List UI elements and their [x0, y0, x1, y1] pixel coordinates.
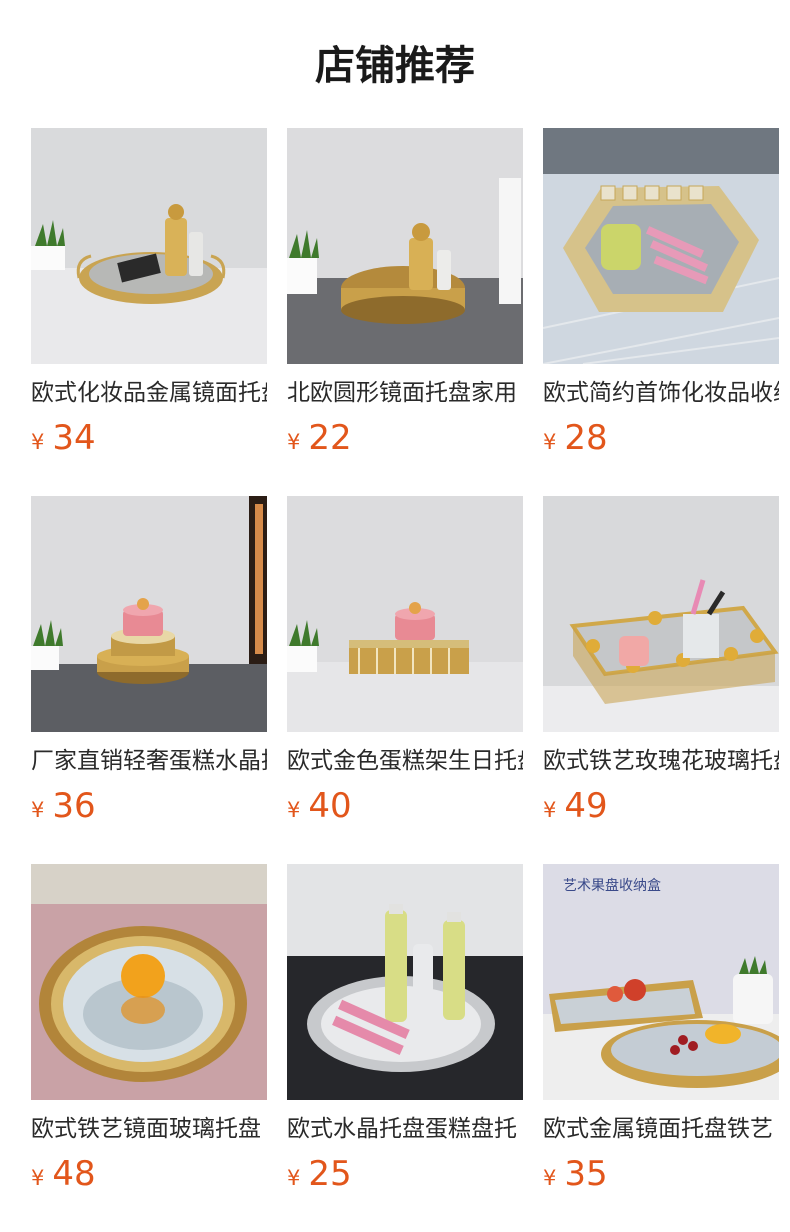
product-name[interactable]: 欧式金属镜面托盘铁艺 — [543, 1112, 779, 1146]
price-amount: 36 — [52, 786, 96, 826]
product-card[interactable]: 欧式铁艺玫瑰花玻璃托盘 ¥ 49 — [543, 496, 779, 826]
page-title: 店铺推荐 — [315, 43, 475, 89]
product-image[interactable] — [543, 128, 779, 364]
product-image[interactable] — [31, 864, 267, 1100]
product-price: ¥ 49 — [543, 784, 608, 828]
product-price: ¥ 48 — [31, 1152, 96, 1196]
product-card[interactable]: 欧式水晶托盘蛋糕盘托 ¥ 25 — [287, 864, 523, 1194]
product-price: ¥ 34 — [31, 416, 96, 460]
price-amount: 25 — [308, 1154, 352, 1194]
product-name[interactable]: 厂家直销轻奢蛋糕水晶托盘 — [31, 744, 267, 778]
product-card[interactable]: 欧式简约首饰化妆品收纳盘 ¥ 28 — [543, 128, 779, 458]
currency-symbol: ¥ — [287, 798, 301, 822]
currency-symbol: ¥ — [543, 430, 557, 454]
product-price: ¥ 35 — [543, 1152, 608, 1196]
currency-symbol: ¥ — [287, 1166, 301, 1190]
product-name[interactable]: 欧式铁艺镜面玻璃托盘 — [31, 1112, 267, 1146]
price-amount: 48 — [52, 1154, 96, 1194]
product-image[interactable] — [31, 128, 267, 364]
product-name[interactable]: 欧式化妆品金属镜面托盘 — [31, 376, 267, 410]
currency-symbol: ¥ — [31, 1166, 45, 1190]
product-card[interactable]: 厂家直销轻奢蛋糕水晶托盘 ¥ 36 — [31, 496, 267, 826]
product-card[interactable]: 欧式金色蛋糕架生日托盘 ¥ 40 — [287, 496, 523, 826]
price-amount: 49 — [564, 786, 608, 826]
product-price: ¥ 40 — [287, 784, 352, 828]
price-amount: 28 — [564, 418, 608, 458]
product-image[interactable] — [287, 496, 523, 732]
product-name[interactable]: 欧式简约首饰化妆品收纳盘 — [543, 376, 779, 410]
product-card[interactable]: 欧式化妆品金属镜面托盘 ¥ 34 — [31, 128, 267, 458]
currency-symbol: ¥ — [543, 798, 557, 822]
currency-symbol: ¥ — [31, 430, 45, 454]
product-image[interactable] — [287, 864, 523, 1100]
currency-symbol: ¥ — [543, 1166, 557, 1190]
product-price: ¥ 25 — [287, 1152, 352, 1196]
product-price: ¥ 22 — [287, 416, 352, 460]
product-card[interactable]: 欧式铁艺镜面玻璃托盘 ¥ 48 — [31, 864, 267, 1194]
price-amount: 40 — [308, 786, 352, 826]
product-name[interactable]: 欧式水晶托盘蛋糕盘托 — [287, 1112, 523, 1146]
product-name[interactable]: 欧式铁艺玫瑰花玻璃托盘 — [543, 744, 779, 778]
price-amount: 34 — [52, 418, 96, 458]
product-image[interactable] — [543, 496, 779, 732]
price-amount: 35 — [564, 1154, 608, 1194]
product-card[interactable]: 艺术果盘收纳盒 欧式金属镜面托盘铁艺 ¥ 35 — [543, 864, 779, 1194]
product-image[interactable] — [287, 128, 523, 364]
product-price: ¥ 36 — [31, 784, 96, 828]
product-image[interactable] — [31, 496, 267, 732]
currency-symbol: ¥ — [287, 430, 301, 454]
currency-symbol: ¥ — [31, 798, 45, 822]
price-amount: 22 — [308, 418, 352, 458]
product-price: ¥ 28 — [543, 416, 608, 460]
product-name[interactable]: 北欧圆形镜面托盘家用 — [287, 376, 523, 410]
product-card[interactable]: 北欧圆形镜面托盘家用 ¥ 22 — [287, 128, 523, 458]
image-caption: 艺术果盘收纳盒 — [563, 877, 661, 894]
product-name[interactable]: 欧式金色蛋糕架生日托盘 — [287, 744, 523, 778]
product-image[interactable]: 艺术果盘收纳盒 — [543, 864, 779, 1100]
